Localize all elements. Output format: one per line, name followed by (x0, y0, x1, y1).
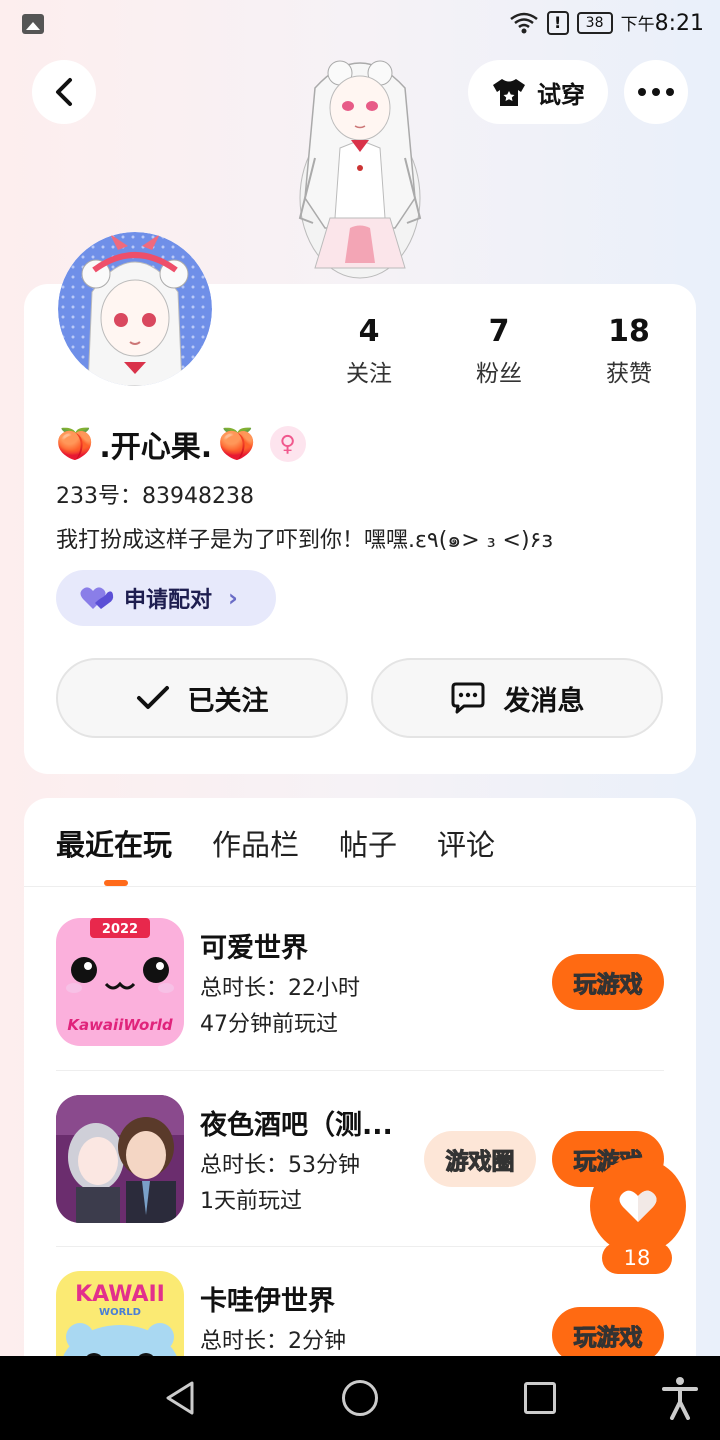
play-game-label: 玩游戏 (573, 1325, 643, 1352)
night-bar-game-icon (56, 1095, 184, 1223)
game-duration: 总时长：22小时 (200, 976, 360, 1001)
send-message-button[interactable]: 发消息 (371, 658, 663, 738)
nav-home-icon[interactable] (342, 1380, 378, 1416)
game-title: 卡哇伊世界 (200, 1286, 335, 1317)
hearts-icon (80, 587, 114, 609)
game-circle-button[interactable]: 游戏圈 (424, 1131, 536, 1187)
username: .开心果. (99, 430, 213, 465)
likes-label: 获赞 (606, 361, 652, 387)
following-count: 4 (358, 314, 380, 349)
system-navigation-bar (0, 1356, 720, 1440)
try-on-label: 试穿 (537, 80, 585, 109)
icon-sub-text: WORLD (99, 1307, 141, 1318)
back-button[interactable] (32, 60, 96, 124)
avatar-character-figure[interactable] (285, 48, 435, 286)
request-pair-button[interactable]: 申请配对 › (56, 570, 276, 626)
game-duration: 总时长：2分钟 (200, 1329, 346, 1354)
like-count: 18 (602, 1242, 672, 1274)
icon-caption-text: KawaiiWorld (67, 1016, 173, 1034)
fans-count: 7 (488, 314, 510, 349)
like-button[interactable] (590, 1158, 686, 1254)
status-bar: ! 38 下午8:21 (0, 0, 720, 50)
recent-games-card: 最近在玩 作品栏 帖子 评论 2022 KawaiiWorld 可爱世界 总时长… (24, 798, 696, 1398)
profile-stats: 4 关注 7 粉丝 18 获赞 (304, 314, 694, 388)
heart-icon (619, 1190, 657, 1222)
following-label: 关注 (346, 361, 392, 387)
game-row[interactable]: 夜色酒吧（测... 总时长：53分钟 1天前玩过 游戏圈 玩游戏 (56, 1070, 664, 1246)
stat-following[interactable]: 4 关注 (304, 314, 434, 388)
game-duration: 总时长：53分钟 (200, 1153, 360, 1178)
avatar[interactable] (58, 232, 212, 386)
nav-recents-icon[interactable] (524, 1382, 556, 1414)
accessibility-icon[interactable] (660, 1376, 700, 1420)
tshirt-icon (493, 79, 525, 106)
followed-button[interactable]: 已关注 (56, 658, 348, 738)
bio: 我打扮成这样子是为了吓到你！嘿嘿.ε٩(๑> ₃ <)۶з (56, 528, 554, 553)
followed-label: 已关注 (187, 685, 269, 717)
chevron-right-icon: › (228, 584, 238, 612)
fans-label: 粉丝 (476, 361, 522, 387)
game-title: 可爱世界 (200, 933, 308, 964)
profile-tabs: 最近在玩 作品栏 帖子 评论 (56, 822, 495, 864)
game-last-played: 47分钟前玩过 (200, 1012, 338, 1037)
battery-indicator: 38 (576, 12, 613, 34)
divider (24, 886, 696, 887)
stat-fans[interactable]: 7 粉丝 (434, 314, 564, 388)
nav-back-icon[interactable] (164, 1380, 196, 1416)
play-game-button[interactable]: 玩游戏 (552, 1307, 664, 1363)
kawaii-world-game-icon: 2022 KawaiiWorld (56, 918, 184, 1046)
game-last-played: 1天前玩过 (200, 1189, 302, 1214)
peach-emoji: 🍑 (56, 426, 94, 462)
more-icon (638, 88, 674, 96)
tab-recently-played[interactable]: 最近在玩 (56, 822, 172, 864)
send-message-label: 发消息 (503, 685, 585, 717)
game-row[interactable]: 2022 KawaiiWorld 可爱世界 总时长：22小时 47分钟前玩过 玩… (56, 894, 664, 1070)
play-game-button[interactable]: 玩游戏 (552, 954, 664, 1010)
alert-icon: ! (546, 11, 569, 35)
tab-works[interactable]: 作品栏 (212, 822, 299, 864)
peach-emoji: 🍑 (218, 426, 256, 462)
request-pair-label: 申请配对 (124, 588, 213, 613)
more-button[interactable] (624, 60, 688, 124)
tab-comments[interactable]: 评论 (437, 822, 495, 864)
gallery-notification-icon (22, 14, 44, 34)
icon-year-text: 2022 (102, 922, 138, 937)
back-icon (56, 78, 72, 106)
stat-likes[interactable]: 18 获赞 (564, 314, 694, 388)
username-row: 🍑 .开心果. 🍑 ♀ (56, 422, 306, 466)
play-game-label: 玩游戏 (573, 972, 643, 999)
clock: 8:21 (654, 11, 704, 36)
game-title: 夜色酒吧（测... (200, 1110, 393, 1141)
likes-count: 18 (608, 314, 650, 349)
user-id: 233号：83948238 (56, 484, 254, 509)
try-on-button[interactable]: 试穿 (468, 60, 608, 124)
female-icon: ♀ (269, 426, 306, 462)
checkmark-icon (136, 686, 169, 709)
time-prefix: 下午 (620, 15, 655, 35)
tab-posts[interactable]: 帖子 (339, 822, 397, 864)
icon-title-text: KAWAII (75, 1282, 165, 1307)
chat-bubble-icon (451, 682, 484, 714)
wifi-icon (509, 12, 538, 34)
